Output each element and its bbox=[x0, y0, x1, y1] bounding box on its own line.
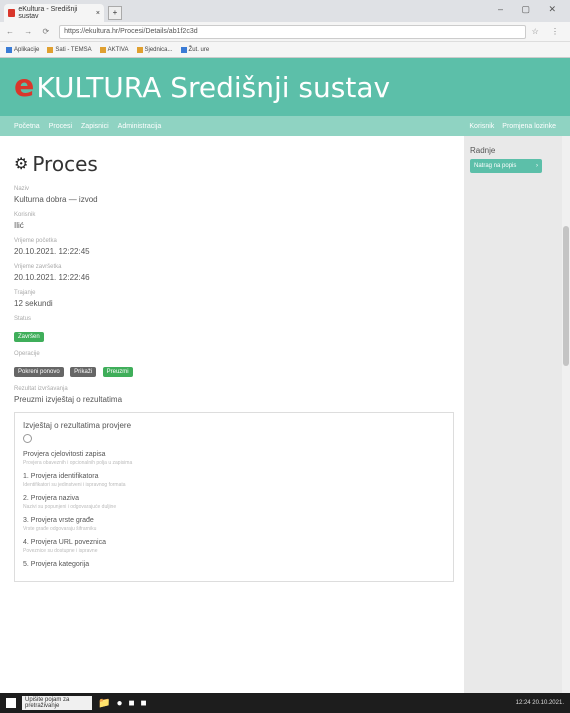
taskbar-search-input[interactable]: Upišite pojam za pretraživanje bbox=[22, 696, 92, 710]
back-to-list-button[interactable]: Natrag na popis › bbox=[470, 159, 542, 173]
address-bar-row: ← → ⟳ https://ekultura.hr/Procesi/Detail… bbox=[0, 22, 570, 42]
gear-icon: ⚙ bbox=[14, 156, 29, 173]
scrollbar-thumb[interactable] bbox=[563, 226, 569, 366]
download-button[interactable]: Preuzmi bbox=[102, 367, 133, 377]
sidebar-title: Radnje bbox=[470, 146, 496, 155]
app-header: e KULTURA Središnji sustav bbox=[0, 58, 570, 116]
field-status: Status Završen bbox=[14, 316, 450, 343]
field-user: Korisnik Ilić bbox=[14, 212, 36, 230]
folder-icon bbox=[99, 46, 106, 53]
sidebar: Radnje Natrag na popis › bbox=[464, 136, 570, 703]
results-link[interactable]: Preuzmi izvještaj o rezultatima bbox=[14, 395, 450, 404]
browser-tab[interactable]: eKultura - Središnji sustav × bbox=[4, 4, 104, 22]
field-end-time: Vrijeme završetka 20.10.2021. 12:22:46 bbox=[14, 264, 90, 282]
bookmarks-bar: Aplikacije Sati - TEMSA AKTIVA Sjednica.… bbox=[0, 42, 570, 58]
new-tab-button[interactable]: + bbox=[108, 6, 122, 20]
process-detail: ⚙ Proces Naziv Kulturna dobra — izvod Ko… bbox=[0, 136, 464, 703]
results-panel: Izvještaj o rezultatima provjere Provjer… bbox=[14, 412, 454, 582]
content-area: ⚙ Proces Naziv Kulturna dobra — izvod Ko… bbox=[0, 136, 570, 703]
folder-icon bbox=[136, 46, 143, 53]
close-tab-icon[interactable]: × bbox=[96, 10, 100, 17]
nav-item-processes[interactable]: Procesi bbox=[49, 123, 72, 130]
logo-letter[interactable]: e bbox=[14, 72, 34, 102]
window-controls[interactable]: – ▢ ✕ bbox=[498, 4, 564, 15]
result-item: 4. Provjera URL poveznica Poveznice su d… bbox=[23, 539, 107, 554]
change-password-link[interactable]: Promjena lozinke bbox=[502, 123, 556, 130]
result-item: 5. Provjera kategorija bbox=[23, 561, 90, 568]
page-title: ⚙ Proces bbox=[14, 152, 98, 176]
chrome-icon[interactable]: ● bbox=[116, 698, 122, 709]
folder-icon bbox=[47, 46, 54, 53]
logo-text[interactable]: KULTURA Središnji sustav bbox=[36, 71, 390, 104]
bookmark[interactable]: Sati - TEMSA bbox=[47, 46, 92, 53]
url-input[interactable]: https://ekultura.hr/Procesi/Details/ab1f… bbox=[59, 24, 526, 39]
os-taskbar: Upišite pojam za pretraživanje 📁 ● ■ ■ 1… bbox=[0, 693, 570, 713]
app-title: Središnji sustav bbox=[170, 70, 391, 104]
field-results: Rezultat izvršavanja Preuzmi izvještaj o… bbox=[14, 386, 450, 404]
bookmark[interactable]: Sjednica... bbox=[136, 46, 173, 53]
file-explorer-icon[interactable]: 📁 bbox=[98, 698, 110, 709]
nav-item-logs[interactable]: Zapisnici bbox=[81, 123, 109, 130]
status-badge: Završen bbox=[14, 332, 44, 342]
nav-buttons-icon[interactable]: ← → ⟳ bbox=[6, 27, 53, 36]
apps-icon bbox=[6, 46, 12, 53]
favicon-icon bbox=[8, 9, 16, 17]
taskbar-clock[interactable]: 12:24 20.10.2021. bbox=[516, 700, 564, 706]
user-link[interactable]: Korisnik bbox=[469, 123, 494, 130]
bookmark[interactable]: Žut. ure bbox=[180, 46, 209, 53]
results-panel-title: Izvještaj o rezultatima provjere bbox=[23, 421, 132, 430]
radio-button[interactable] bbox=[23, 434, 32, 443]
nav-item-home[interactable]: Početna bbox=[14, 123, 40, 130]
field-operations: Operacije Pokreni ponovo Prikaži Preuzmi bbox=[14, 351, 450, 378]
tab-title: eKultura - Središnji sustav bbox=[18, 6, 78, 20]
scrollbar[interactable] bbox=[562, 136, 570, 703]
folder-icon bbox=[180, 46, 187, 53]
result-item: 1. Provjera identifikatora Identifikator… bbox=[23, 473, 126, 488]
nav-item-admin[interactable]: Administracija bbox=[118, 123, 162, 130]
result-item: Provjera cjelovitosti zapisa Provjera ob… bbox=[23, 451, 133, 466]
field-duration: Trajanje 12 sekundi bbox=[14, 290, 53, 308]
windows-start-icon[interactable] bbox=[6, 698, 16, 708]
bookmark[interactable]: AKTIVA bbox=[99, 46, 129, 53]
result-item: 2. Provjera naziva Nazivi su popunjeni i… bbox=[23, 495, 117, 510]
field-start-time: Vrijeme početka 20.10.2021. 12:22:45 bbox=[14, 238, 90, 256]
result-item: 3. Provjera vrste građe Vrste građe odgo… bbox=[23, 517, 97, 532]
browser-action-icons[interactable]: ☆ ⋮ bbox=[532, 27, 564, 36]
word-icon[interactable]: ■ bbox=[141, 698, 147, 709]
main-navigation: Početna Procesi Zapisnici Administracija… bbox=[0, 116, 570, 136]
field-name: Naziv Kulturna dobra — izvod bbox=[14, 186, 98, 204]
browser-tab-strip: eKultura - Središnji sustav × + – ▢ ✕ bbox=[0, 0, 570, 22]
view-button[interactable]: Prikaži bbox=[70, 367, 97, 377]
outlook-icon[interactable]: ■ bbox=[129, 698, 135, 709]
taskbar-app-icons[interactable]: 📁 ● ■ ■ bbox=[98, 698, 147, 709]
bookmark[interactable]: Aplikacije bbox=[6, 46, 39, 53]
chevron-right-icon: › bbox=[536, 163, 538, 169]
rerun-button[interactable]: Pokreni ponovo bbox=[14, 367, 64, 377]
